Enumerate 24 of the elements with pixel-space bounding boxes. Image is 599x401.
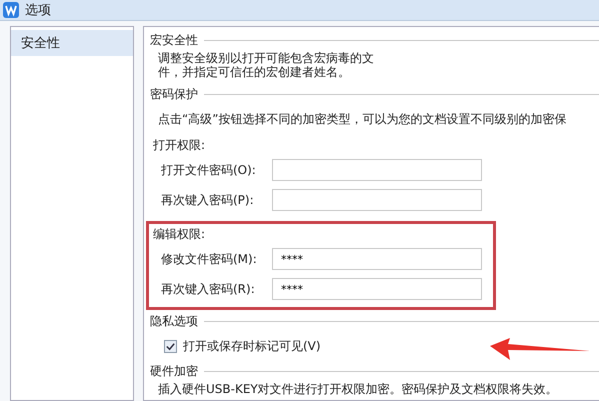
description-text: 插入硬件USB-KEY对文件进行打开权限加密。密码保护及文档权限将失效。 — [158, 382, 558, 396]
password-field[interactable] — [272, 159, 482, 181]
description-text: 件，并指定可信任的宏创建者姓名。 — [158, 65, 351, 79]
group-label: 打开权限: — [153, 138, 206, 152]
field-label: 打开文件密码(O): — [161, 162, 257, 178]
checkbox-label: 打开或保存时标记可见(V) — [183, 338, 321, 354]
field-label: 修改文件密码(M): — [161, 250, 258, 268]
app-icon — [3, 2, 19, 18]
section-heading: 隐私选项 — [150, 312, 198, 330]
section-heading: 密码保护 — [150, 86, 198, 102]
section-heading: 宏安全性 — [150, 32, 198, 48]
description-text: 调整安全级别以打开可能包含宏病毒的文 — [158, 51, 375, 65]
field-label: 再次键入密码(R): — [161, 280, 256, 298]
field-label: 再次键入密码(P): — [161, 192, 255, 208]
section-heading: 硬件加密 — [150, 362, 198, 380]
arrow-icon — [490, 338, 590, 360]
password-field[interactable] — [272, 189, 482, 211]
password-field[interactable]: **** — [272, 248, 482, 270]
window-title: 选项 — [25, 2, 51, 19]
description-text: 点击“高级”按钮选择不同的加密类型，可以为您的文档设置不同级别的加密保 — [158, 112, 566, 126]
sidebar-item[interactable]: 安全性 — [11, 30, 133, 56]
group-label: 编辑权限: — [153, 227, 206, 241]
checkbox[interactable] — [164, 340, 177, 352]
password-field[interactable]: **** — [272, 278, 482, 300]
